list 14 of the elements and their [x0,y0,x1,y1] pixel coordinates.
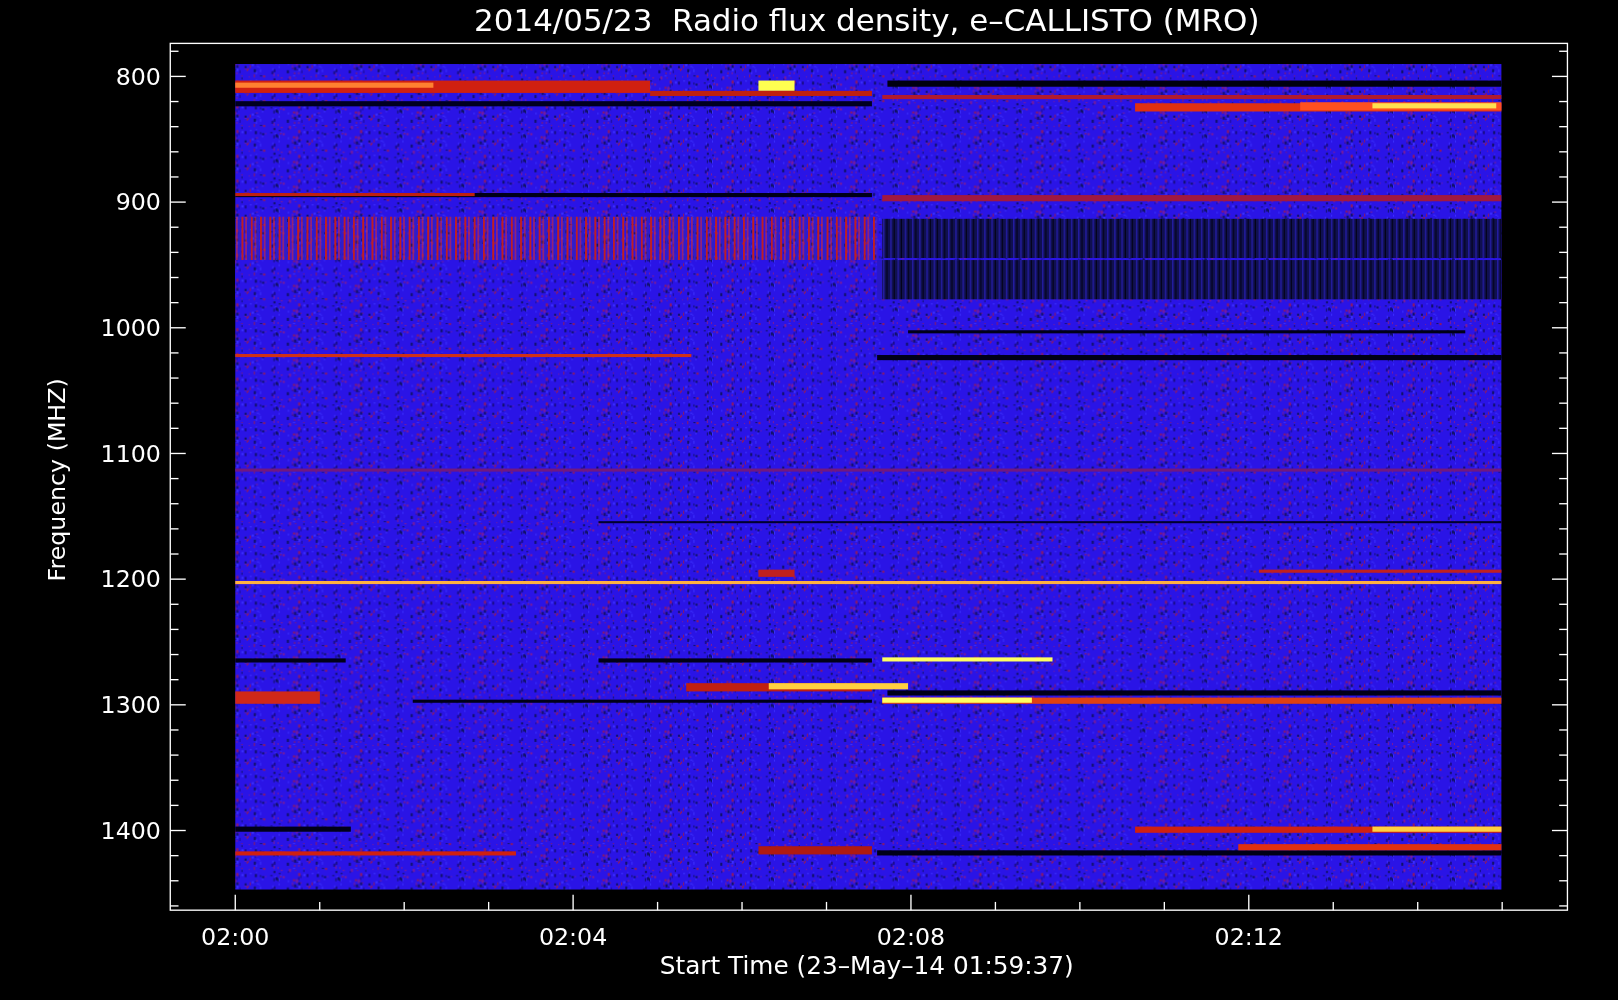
tick-label: 1400 [100,816,161,845]
tick-label: 1300 [100,691,161,720]
tick-label: 02:00 [201,923,270,952]
tick-label: 1200 [100,565,161,594]
tick-label: 02:08 [876,923,946,952]
tick-label: 02:04 [538,923,608,952]
axis-title: Start Time (23–May–14 01:59:37) [659,951,1074,981]
tick-label: 02:12 [1214,923,1283,952]
tick-label: 1000 [100,314,161,343]
tick-label: 1100 [100,439,161,468]
chart-title: 2014/05/23 Radio flux density, e–CALLISTO (MRO) [474,2,1260,38]
tick-label: 800 [115,62,161,91]
axis-title: Frequency (MHZ) [43,378,71,582]
tick-label: 900 [115,188,161,217]
